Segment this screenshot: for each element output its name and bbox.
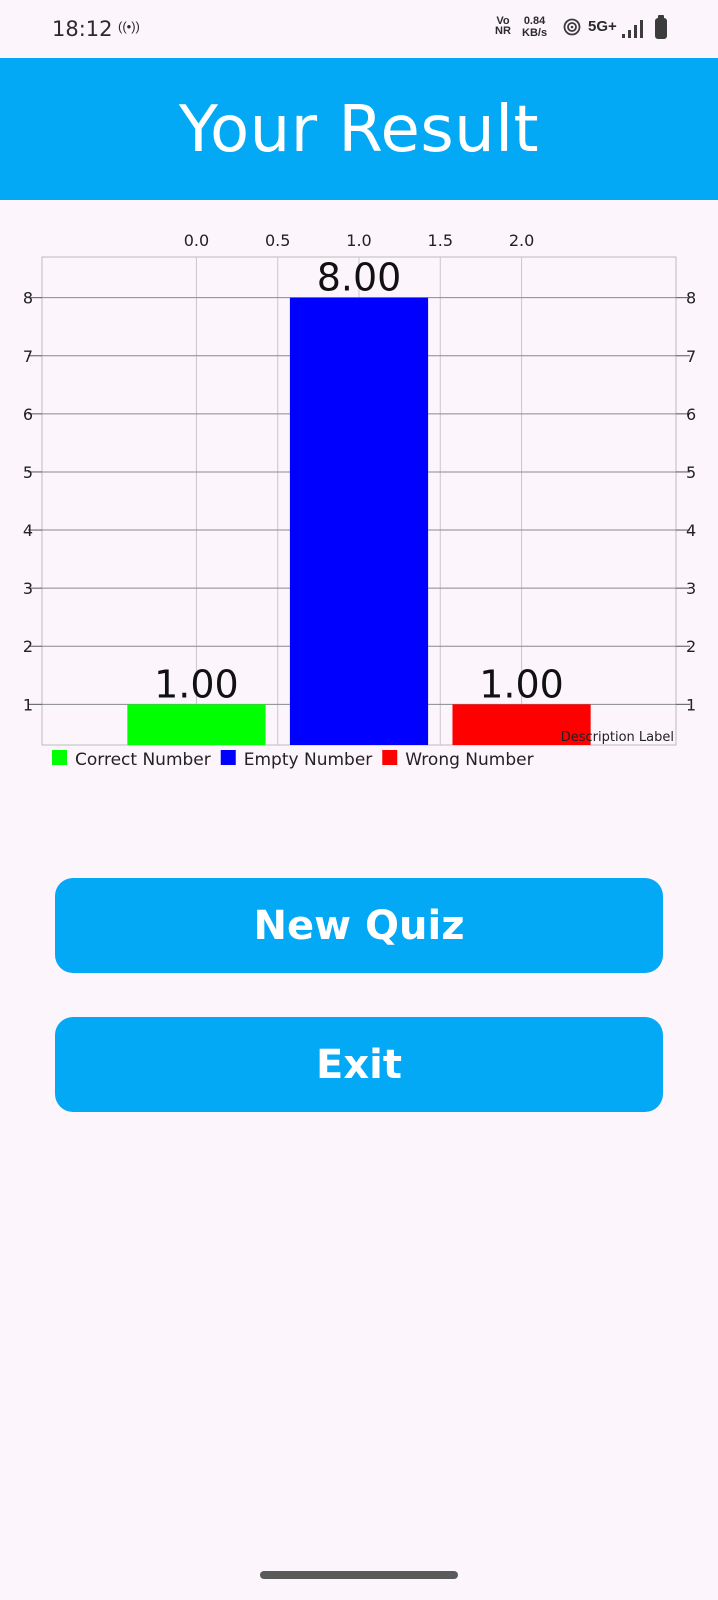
page-title: Your Result — [178, 93, 540, 167]
y-tick-label-left: 8 — [23, 289, 33, 308]
home-indicator[interactable] — [260, 1571, 458, 1579]
y-tick-label-right: 7 — [686, 347, 696, 366]
app-header: Your Result — [0, 58, 718, 200]
bar-value-label: 8.00 — [317, 256, 402, 300]
exit-button[interactable]: Exit — [55, 1017, 663, 1112]
wifi-icon — [563, 18, 581, 36]
y-tick-label-right: 8 — [686, 289, 696, 308]
speed-unit: KB/s — [522, 27, 548, 39]
description-label: Description Label — [561, 730, 674, 745]
y-tick-label-left: 1 — [23, 695, 33, 714]
y-tick-label-left: 5 — [23, 463, 33, 482]
legend-swatch — [220, 750, 236, 765]
y-tick-label-right: 4 — [686, 521, 696, 540]
y-tick-label-left: 4 — [23, 521, 33, 540]
y-tick-label-right: 1 — [686, 695, 696, 714]
status-time: 18:12 — [52, 17, 113, 41]
x-tick-label: 2.0 — [509, 231, 534, 250]
legend-swatch — [382, 750, 398, 765]
y-tick-label-right: 6 — [686, 405, 696, 424]
hotspot-icon: ((•)) — [118, 19, 140, 34]
y-tick-label-right: 2 — [686, 637, 696, 656]
bar-correct-number — [127, 704, 266, 745]
legend-label: Empty Number — [244, 750, 373, 770]
x-tick-label: 1.0 — [346, 231, 371, 250]
volte-bottom: NR — [495, 25, 511, 37]
legend-label: Wrong Number — [405, 750, 533, 770]
network-speed: 0.84 KB/s — [522, 15, 547, 39]
y-tick-label-left: 3 — [23, 579, 33, 598]
x-tick-label: 1.5 — [428, 231, 453, 250]
bar-value-label: 1.00 — [479, 662, 564, 706]
y-tick-label-left: 6 — [23, 405, 33, 424]
y-tick-label-left: 7 — [23, 347, 33, 366]
y-tick-label-right: 5 — [686, 463, 696, 482]
status-bar: 18:12 ((•)) Vo NR 0.84 KB/s 5G+ — [0, 0, 718, 58]
new-quiz-button[interactable]: New Quiz — [55, 878, 663, 973]
y-tick-label-left: 2 — [23, 637, 33, 656]
y-tick-label-right: 3 — [686, 579, 696, 598]
x-tick-label: 0.0 — [184, 231, 209, 250]
bar-value-label: 1.00 — [154, 662, 239, 706]
battery-icon — [655, 15, 667, 39]
bar-empty-number — [289, 297, 429, 745]
legend-swatch — [52, 750, 67, 765]
x-tick-label: 0.5 — [265, 231, 290, 250]
volte-icon: Vo NR — [495, 16, 511, 37]
signal-icon — [622, 20, 643, 38]
result-bar-chart: 0.0 0.5 1.0 1.5 2.0 1 1 2 2 3 3 4 4 5 5 6 6 7 7 8 8 1.00 8.00 1… — [23, 231, 696, 770]
speed-value: 0.84 — [523, 15, 546, 27]
legend-label: Correct Number — [75, 750, 211, 770]
network-type: 5G+ — [588, 18, 617, 35]
